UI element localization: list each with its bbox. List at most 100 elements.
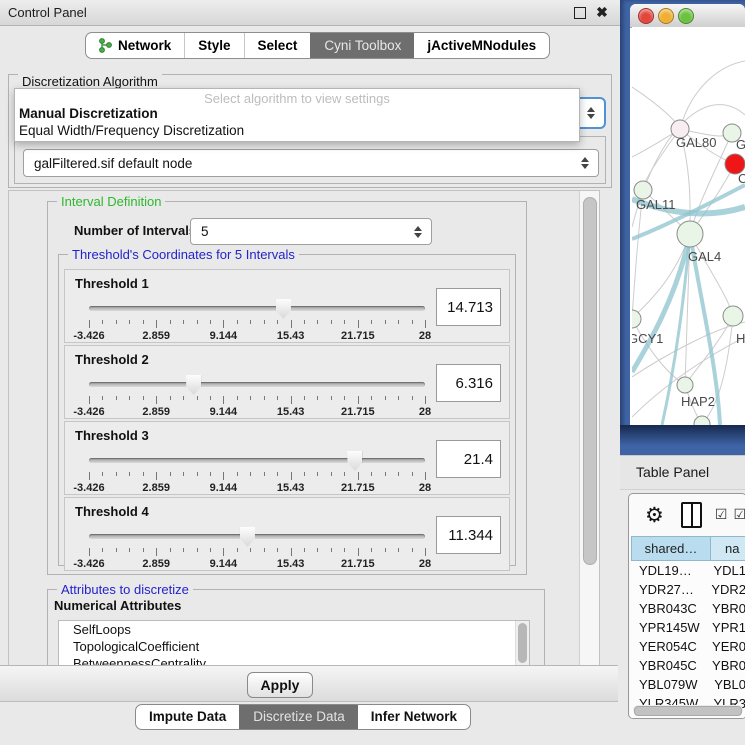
close-window-icon[interactable]: ✖ xyxy=(594,0,610,25)
tab-cyni-toolbox[interactable]: Cyni Toolbox xyxy=(310,33,414,58)
cell-shared-name[interactable]: YBL079W xyxy=(631,677,704,692)
interval-definition-group: Interval Definition Number of Intervals … xyxy=(47,201,527,575)
algorithm-dropdown-popup: Select algorithm to view settings Manual… xyxy=(14,88,580,142)
cell-name[interactable]: YBL0 xyxy=(704,677,745,692)
attribute-list-item[interactable]: SelfLoops xyxy=(59,621,529,638)
float-window-button[interactable] xyxy=(572,0,588,25)
number-of-intervals-combobox[interactable]: 5 xyxy=(190,218,432,245)
popup-item-manual-discretization[interactable]: Manual Discretization xyxy=(19,106,158,121)
slider-handle[interactable] xyxy=(276,299,291,319)
threshold-label: Threshold 2 xyxy=(75,352,149,367)
slider-track[interactable] xyxy=(89,534,425,539)
threshold-label: Threshold 4 xyxy=(75,504,149,519)
table-data-selected: galFiltered.sif default node xyxy=(24,156,576,171)
cell-name[interactable]: YBR0 xyxy=(702,658,745,673)
numerical-attributes-list[interactable]: SelfLoopsTopologicalCoefficientBetweenne… xyxy=(58,620,530,667)
node-label-right-mid: H xyxy=(736,331,745,346)
threshold-slider[interactable]: -3.4262.8599.14415.4321.71528 xyxy=(89,526,425,566)
table-row[interactable]: YPR145WYPR1 xyxy=(631,618,745,637)
column-header-shared-name[interactable]: shared… xyxy=(631,536,711,561)
cell-shared-name[interactable]: YER054C xyxy=(631,639,702,654)
settings-scroll-panel: Interval Definition Number of Intervals … xyxy=(8,190,600,667)
network-canvas[interactable]: GAL80 G C GAL11 GAL4 GCY1 H HAP2 xyxy=(632,27,745,425)
threshold-label: Threshold 1 xyxy=(75,276,149,291)
tab-select[interactable]: Select xyxy=(244,33,311,58)
network-node-gcy1[interactable] xyxy=(632,310,641,328)
gear-icon[interactable]: ⚙ xyxy=(645,503,664,527)
scrollbar-thumb[interactable] xyxy=(634,706,742,716)
threshold-value-field[interactable]: 21.4 xyxy=(436,440,501,478)
threshold-slider[interactable]: -3.4262.8599.14415.4321.71528 xyxy=(89,374,425,414)
threshold-value-field[interactable]: 6.316 xyxy=(436,364,501,402)
popup-item-equal-width-frequency[interactable]: Equal Width/Frequency Discretization xyxy=(19,123,244,138)
cell-name[interactable]: YBR0 xyxy=(702,601,745,616)
threshold-slider[interactable]: -3.4262.8599.14415.4321.71528 xyxy=(89,298,425,338)
combo-arrows-icon xyxy=(582,107,600,119)
table-row[interactable]: YBL079WYBL0 xyxy=(631,675,745,694)
cell-shared-name[interactable]: YBR043C xyxy=(631,601,702,616)
slider-track[interactable] xyxy=(89,382,425,387)
attributes-list-scrollbar[interactable] xyxy=(515,621,529,667)
table-horizontal-scrollbar[interactable] xyxy=(633,705,743,715)
tab-network[interactable]: Network xyxy=(86,33,184,58)
bottom-tab-bar: Impute Data Discretize Data Infer Networ… xyxy=(135,704,471,730)
tab-impute-data[interactable]: Impute Data xyxy=(136,705,239,729)
node-label-gal80: GAL80 xyxy=(676,135,716,150)
cell-name[interactable]: YDL1 xyxy=(703,563,745,578)
cell-name[interactable]: YDR2 xyxy=(701,582,745,597)
algorithm-popup-hint: Select algorithm to view settings xyxy=(15,91,579,106)
combo-arrows-icon xyxy=(409,226,427,238)
cell-shared-name[interactable]: YDR27… xyxy=(631,582,701,597)
network-node-hap2[interactable] xyxy=(677,377,693,393)
mac-close-button[interactable] xyxy=(638,8,654,24)
mac-zoom-button[interactable] xyxy=(678,8,694,24)
tab-discretize-data[interactable]: Discretize Data xyxy=(239,705,358,729)
scrollbar-thumb[interactable] xyxy=(518,623,527,663)
settings-panel-scrollbar[interactable] xyxy=(579,191,600,666)
top-tab-bar: Network Style Select Cyni Toolbox jActiv… xyxy=(85,32,550,59)
slider-handle[interactable] xyxy=(347,451,362,471)
threshold-panel: Threshold 1 -3.4262.8599.14415.4321.71528… xyxy=(64,269,510,343)
table-row[interactable]: YER054CYER0 xyxy=(631,637,745,656)
table-row[interactable]: YDR27…YDR2 xyxy=(631,580,745,599)
slider-handle[interactable] xyxy=(240,527,255,547)
tab-jactivemnodules[interactable]: jActiveMNodules xyxy=(414,33,549,58)
mac-minimize-button[interactable] xyxy=(658,8,674,24)
column-header-name[interactable]: na xyxy=(711,536,745,561)
checkbox-icon[interactable]: ☑ xyxy=(733,507,745,523)
slider-track[interactable] xyxy=(89,458,425,463)
control-panel-titlebar: Control Panel ✖ xyxy=(0,0,620,26)
scrollbar-thumb[interactable] xyxy=(583,197,597,565)
split-columns-icon[interactable] xyxy=(681,502,702,528)
right-panel: GAL80 G C GAL11 GAL4 GCY1 H HAP2 Table xyxy=(620,0,745,745)
app-root: Control Panel ✖ Network Style Select Cyn… xyxy=(0,0,745,745)
slider-ticks xyxy=(89,320,425,329)
cell-name[interactable]: YPR1 xyxy=(702,620,745,635)
table-toolbar: ⚙ ☑ ☑ xyxy=(629,494,745,536)
network-node-right-mid[interactable] xyxy=(723,306,743,326)
threshold-slider[interactable]: -3.4262.8599.14415.4321.71528 xyxy=(89,450,425,490)
threshold-value-field[interactable]: 14.713 xyxy=(436,288,501,326)
cell-shared-name[interactable]: YBR045C xyxy=(631,658,702,673)
threshold-panel: Threshold 2 -3.4262.8599.14415.4321.71528… xyxy=(64,345,510,419)
checkbox-icon[interactable]: ☑ xyxy=(715,507,728,523)
node-label-hap2: HAP2 xyxy=(681,394,715,409)
slider-handle[interactable] xyxy=(186,375,201,395)
tab-network-label: Network xyxy=(118,38,171,53)
table-row[interactable]: YBR043CYBR0 xyxy=(631,599,745,618)
network-view-frame: GAL80 G C GAL11 GAL4 GCY1 H HAP2 xyxy=(620,0,745,455)
apply-bar: Apply xyxy=(0,665,618,702)
tab-infer-network[interactable]: Infer Network xyxy=(358,705,470,729)
attribute-list-item[interactable]: TopologicalCoefficient xyxy=(59,638,529,655)
apply-button[interactable]: Apply xyxy=(247,672,313,698)
threshold-value-field[interactable]: 11.344 xyxy=(436,516,501,554)
table-data-combobox[interactable]: galFiltered.sif default node xyxy=(23,149,599,177)
cell-shared-name[interactable]: YPR145W xyxy=(631,620,702,635)
cell-shared-name[interactable]: YDL19… xyxy=(631,563,703,578)
slider-track[interactable] xyxy=(89,306,425,311)
tab-style[interactable]: Style xyxy=(184,33,243,58)
cell-name[interactable]: YER0 xyxy=(702,639,745,654)
table-row[interactable]: YDL19…YDL1 xyxy=(631,561,745,580)
table-row[interactable]: YBR045CYBR0 xyxy=(631,656,745,675)
network-node-gal4[interactable] xyxy=(677,221,703,247)
